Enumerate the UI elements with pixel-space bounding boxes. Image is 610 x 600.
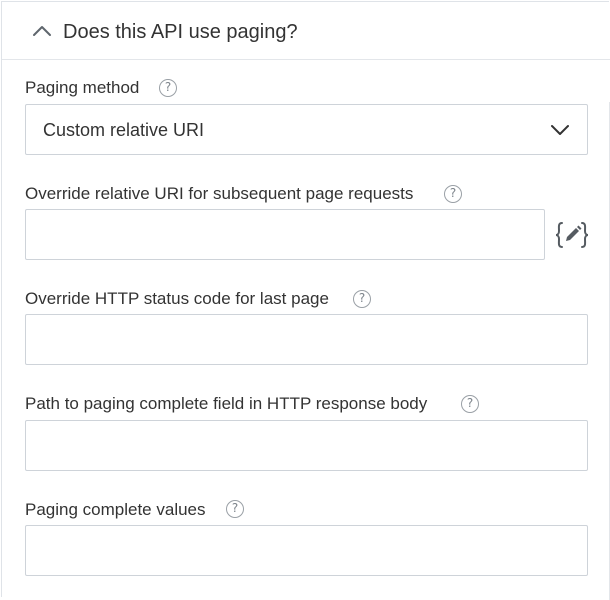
paging-method-selected-value: Custom relative URI [43, 120, 205, 140]
paging-method-label: Paging method [25, 78, 140, 97]
override-http-status-help-icon[interactable]: ? [353, 290, 371, 308]
override-relative-uri-label: Override relative URI for subsequent pag… [25, 184, 414, 203]
paging-complete-values-help-icon[interactable]: ? [226, 500, 244, 518]
paging-complete-values-input[interactable] [25, 525, 588, 576]
paging-method-select[interactable]: Custom relative URI [25, 104, 588, 155]
paging-complete-path-label: Path to paging complete field in HTTP re… [25, 394, 428, 413]
paging-complete-path-help-icon[interactable]: ? [461, 395, 479, 413]
chevron-up-icon[interactable] [32, 24, 52, 38]
paging-method-help-icon[interactable]: ? [159, 79, 177, 97]
script-editor-icon[interactable] [555, 220, 589, 250]
override-relative-uri-help-icon[interactable]: ? [444, 185, 462, 203]
paging-complete-values-label: Paging complete values [25, 500, 206, 519]
chevron-down-icon[interactable] [550, 123, 570, 137]
override-http-status-input[interactable] [25, 314, 588, 365]
override-relative-uri-input[interactable] [25, 209, 545, 260]
override-http-status-label: Override HTTP status code for last page [25, 289, 329, 308]
paging-section-panel: Does this API use paging? Paging method … [1, 1, 610, 600]
section-title: Does this API use paging? [63, 21, 298, 43]
paging-complete-path-input[interactable] [25, 420, 588, 471]
paging-section-header[interactable]: Does this API use paging? [2, 2, 610, 60]
